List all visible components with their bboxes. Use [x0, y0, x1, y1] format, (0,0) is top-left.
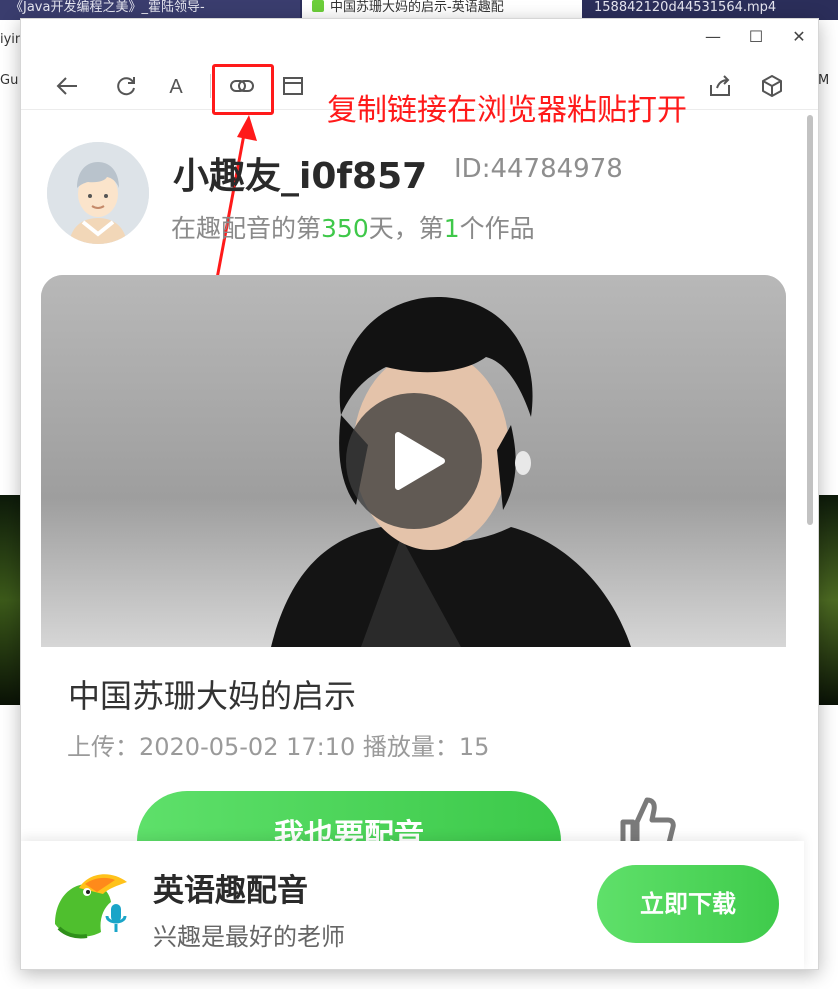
stat-suffix: 个作品 — [459, 214, 535, 243]
video-player[interactable] — [41, 275, 786, 647]
font-icon[interactable]: A — [161, 71, 191, 101]
stat-works: 1 — [443, 214, 460, 243]
minimize-button[interactable]: — — [701, 27, 725, 47]
video-title: 中国苏珊大妈的启示 — [68, 677, 357, 715]
background-tab-strip: 《Java开发编程之美》_霍陆领导- 中国苏珊大妈的启示-英语趣配 158842… — [0, 0, 838, 20]
play-icon — [395, 432, 445, 490]
reload-icon[interactable] — [111, 71, 141, 101]
avatar[interactable] — [47, 142, 149, 244]
annotation-text: 复制链接在浏览器粘贴打开 — [327, 93, 687, 128]
stat-days: 350 — [321, 214, 369, 243]
tab-favicon-icon — [312, 0, 324, 12]
video-meta: 上传：2020-05-02 17:10 播放量：15 — [67, 733, 490, 761]
background-image-strip-right — [818, 495, 838, 705]
app-download-banner: 英语趣配音 兴趣是最好的老师 立即下载 — [21, 841, 804, 969]
app-name: 英语趣配音 — [153, 873, 308, 909]
svg-text:A: A — [169, 76, 183, 98]
stat-prefix: 在趣配音的第 — [171, 214, 322, 243]
back-arrow-icon[interactable] — [53, 71, 83, 101]
maximize-button[interactable]: ☐ — [744, 27, 768, 47]
stat-mid: 天，第 — [368, 214, 444, 243]
username: 小趣友_i0f857 — [173, 156, 428, 197]
toolbar-separator — [210, 74, 211, 98]
browser-tab-1-label: 《Java开发编程之美》_霍陆领导- — [10, 0, 205, 15]
link-highlight-box — [212, 64, 274, 115]
app-logo-icon — [49, 866, 133, 944]
browser-tab-2-label: 中国苏珊大妈的启示-英语趣配 — [330, 0, 504, 15]
background-bookmark-right-fragment: M — [818, 73, 830, 88]
popup-window: — ☐ ✕ A 复制链接在浏览器粘贴打开 小趣友_i0f857 ID:44784… — [20, 18, 819, 970]
user-id: ID:44784978 — [454, 154, 623, 184]
play-button[interactable] — [346, 393, 482, 529]
close-button[interactable]: ✕ — [787, 27, 811, 47]
browser-tab-2[interactable]: 中国苏珊大妈的启示-英语趣配 — [302, 0, 582, 20]
download-button[interactable]: 立即下载 — [597, 865, 779, 943]
scrollbar-thumb[interactable] — [807, 115, 813, 525]
app-slogan: 兴趣是最好的老师 — [153, 923, 345, 951]
share-icon[interactable] — [705, 71, 735, 101]
background-bookmark-fragment: Gu — [0, 73, 19, 88]
background-image-strip-left — [0, 495, 20, 705]
browser-tab-1[interactable]: 《Java开发编程之美》_霍陆领导- — [0, 0, 300, 20]
browser-tab-3[interactable]: 158842120d44531564.mp4 — [584, 0, 838, 20]
browser-tab-3-label: 158842120d44531564.mp4 — [594, 0, 777, 15]
cube-icon[interactable] — [757, 71, 787, 101]
window-icon[interactable] — [278, 71, 308, 101]
user-stats: 在趣配音的第350天，第1个作品 — [171, 209, 535, 245]
